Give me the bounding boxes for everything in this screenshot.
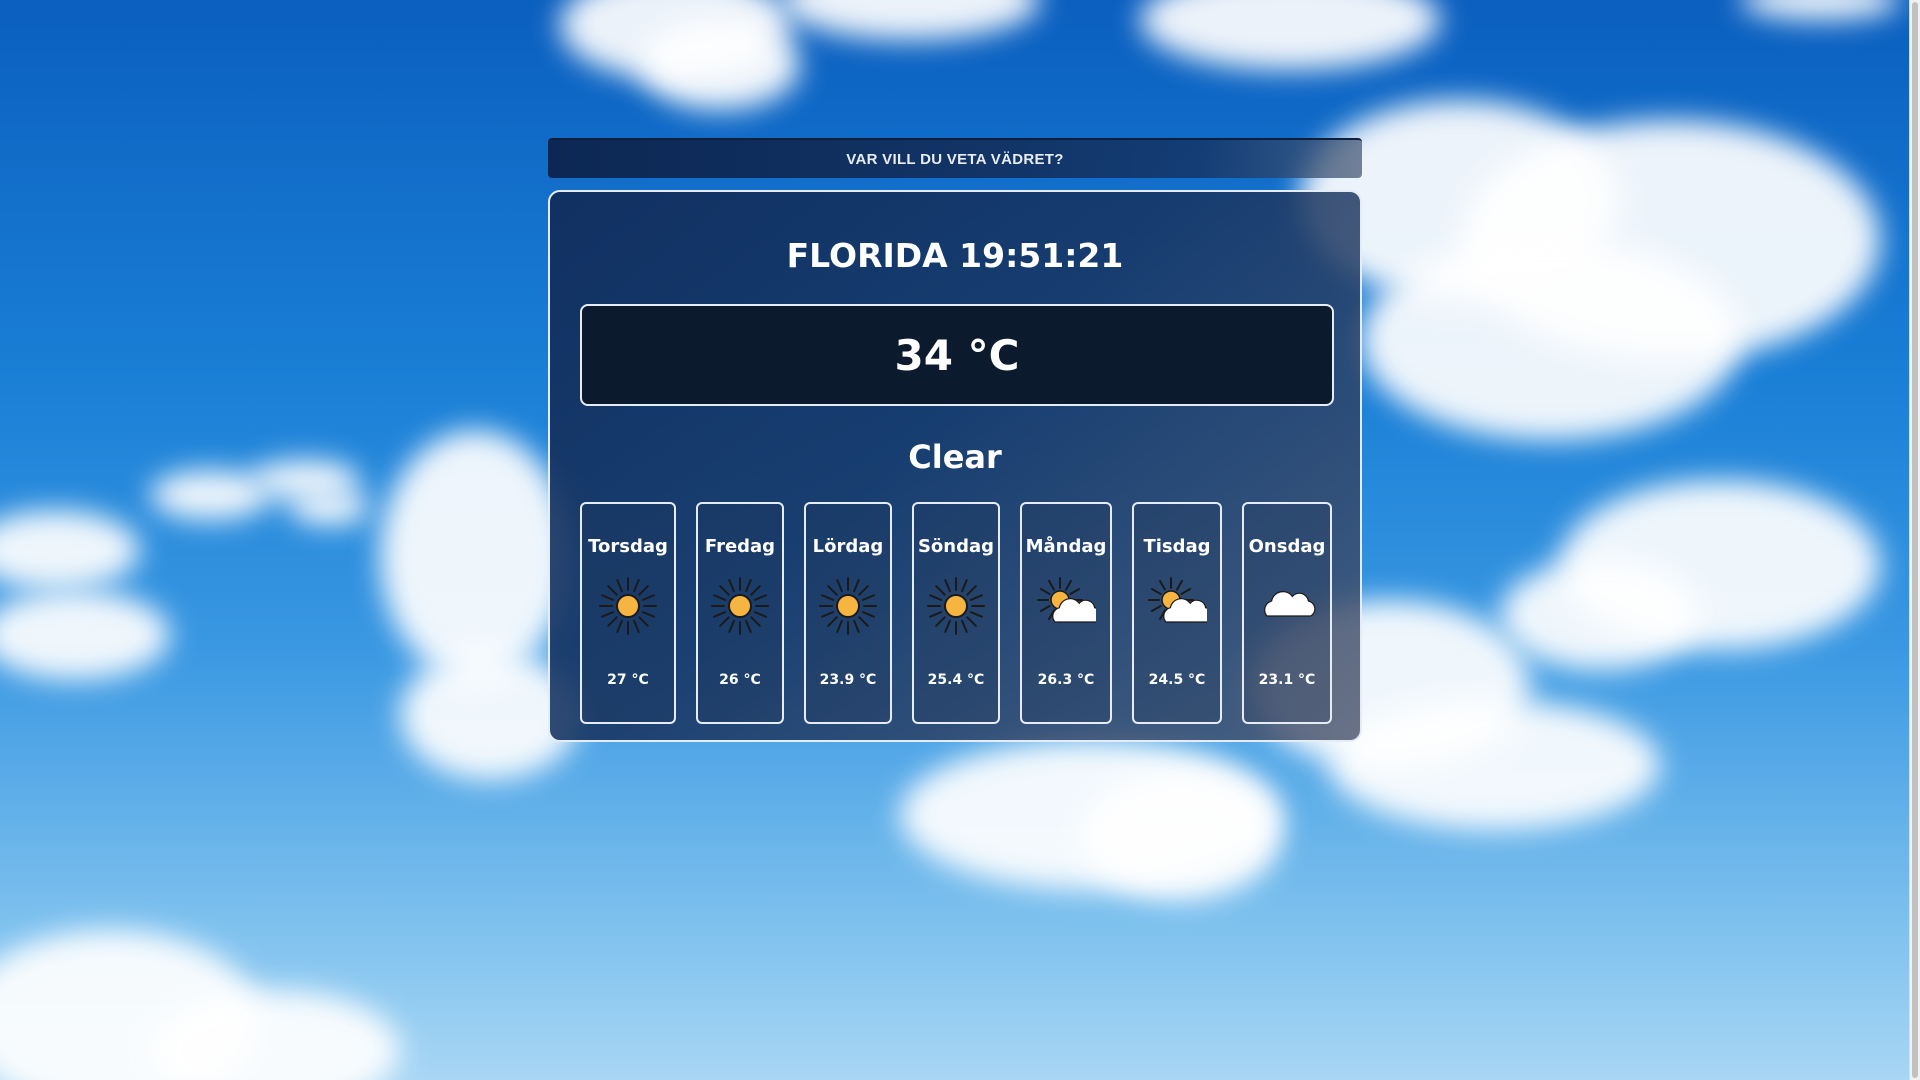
forecast-day-card: Onsdag 23.1 °C (1242, 502, 1332, 724)
current-condition: Clear (908, 438, 1002, 476)
forecast-day-card: Tisdag 24.5 °C (1132, 502, 1222, 724)
forecast-day-name: Måndag (1025, 536, 1107, 557)
forecast-day-temp: 27 °C (607, 672, 649, 688)
sun-icon (598, 576, 658, 636)
current-temperature-box: 34 °C (580, 304, 1334, 406)
forecast-day-card: Fredag 26 °C (696, 502, 784, 724)
forecast-day-temp: 23.9 °C (819, 672, 877, 688)
forecast-day-card: Måndag 26.3 °C (1020, 502, 1112, 724)
location-search-bar[interactable]: VAR VILL DU VETA VÄDRET? (548, 138, 1362, 178)
partly-cloudy-icon (1036, 576, 1102, 636)
weather-card: FLORIDA 19:51:21 34 °C Clear Torsdag 27 … (548, 190, 1362, 742)
forecast-row: Torsdag 27 °C Fredag 26 °C Lördag 23.9 °… (580, 502, 1334, 724)
cloud-icon (1257, 576, 1317, 636)
forecast-day-name: Lördag (812, 536, 884, 557)
location-time: FLORIDA 19:51:21 (786, 236, 1124, 275)
search-label: VAR VILL DU VETA VÄDRET? (846, 150, 1064, 168)
forecast-day-card: Söndag 25.4 °C (912, 502, 1000, 724)
forecast-day-name: Fredag (704, 536, 776, 557)
partly-cloudy-icon (1147, 576, 1213, 636)
forecast-day-card: Lördag 23.9 °C (804, 502, 892, 724)
scrollbar[interactable] (1909, 0, 1920, 1080)
scrollbar-thumb[interactable] (1912, 2, 1918, 1078)
forecast-day-card: Torsdag 27 °C (580, 502, 676, 724)
sun-icon (710, 576, 770, 636)
forecast-day-temp: 25.4 °C (927, 672, 985, 688)
forecast-day-name: Tisdag (1143, 536, 1211, 557)
sun-icon (818, 576, 878, 636)
current-temperature: 34 °C (894, 330, 1020, 380)
forecast-day-name: Torsdag (588, 536, 668, 557)
forecast-day-name: Onsdag (1248, 536, 1326, 557)
forecast-day-name: Söndag (917, 536, 995, 557)
forecast-day-temp: 23.1 °C (1258, 672, 1316, 688)
forecast-day-temp: 26.3 °C (1037, 672, 1095, 688)
sun-icon (926, 576, 986, 636)
forecast-day-temp: 24.5 °C (1148, 672, 1206, 688)
forecast-day-temp: 26 °C (719, 672, 761, 688)
